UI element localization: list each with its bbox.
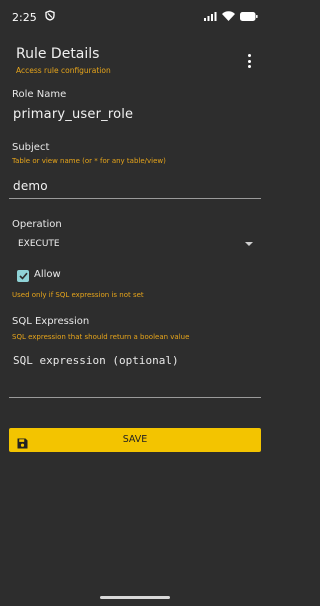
dropdown-arrow-icon (245, 242, 253, 246)
home-indicator[interactable] (100, 596, 170, 599)
role-name-label: Role Name (12, 89, 67, 100)
sql-expression-input[interactable]: SQL expression (optional) (13, 354, 179, 367)
check-icon (18, 272, 28, 280)
signal-icon (204, 11, 217, 24)
page-title: Rule Details (16, 46, 100, 62)
sql-expression-hint: SQL expression that should return a bool… (12, 333, 190, 341)
status-left: 2:25 (12, 10, 55, 24)
wifi-icon (222, 10, 235, 24)
allow-checkbox[interactable] (17, 270, 29, 282)
more-vert-icon[interactable] (248, 54, 252, 68)
subject-field[interactable]: demo (13, 179, 48, 193)
save-button-label: SAVE (122, 434, 148, 445)
page-subtitle: Access rule configuration (16, 66, 111, 75)
subject-underline (9, 198, 261, 199)
sql-expression-underline (9, 397, 261, 398)
shield-icon (45, 10, 55, 24)
sql-expression-label: SQL Expression (12, 316, 90, 327)
battery-icon (240, 11, 258, 24)
allow-hint: Used only if SQL expression is not set (12, 291, 144, 299)
subject-hint: Table or view name (or * for any table/v… (12, 157, 166, 165)
save-button[interactable]: SAVE (9, 428, 261, 452)
operation-label: Operation (12, 219, 62, 230)
app-bar: Rule Details Access rule configuration (0, 34, 270, 86)
operation-selected-value: EXECUTE (18, 239, 60, 249)
subject-label: Subject (12, 142, 50, 153)
operation-select[interactable]: EXECUTE (9, 236, 261, 254)
allow-label: Allow (34, 269, 61, 280)
role-name-value: primary_user_role (13, 107, 134, 122)
status-bar: 2:25 (0, 0, 270, 34)
status-time: 2:25 (12, 10, 37, 24)
status-right (204, 10, 258, 24)
